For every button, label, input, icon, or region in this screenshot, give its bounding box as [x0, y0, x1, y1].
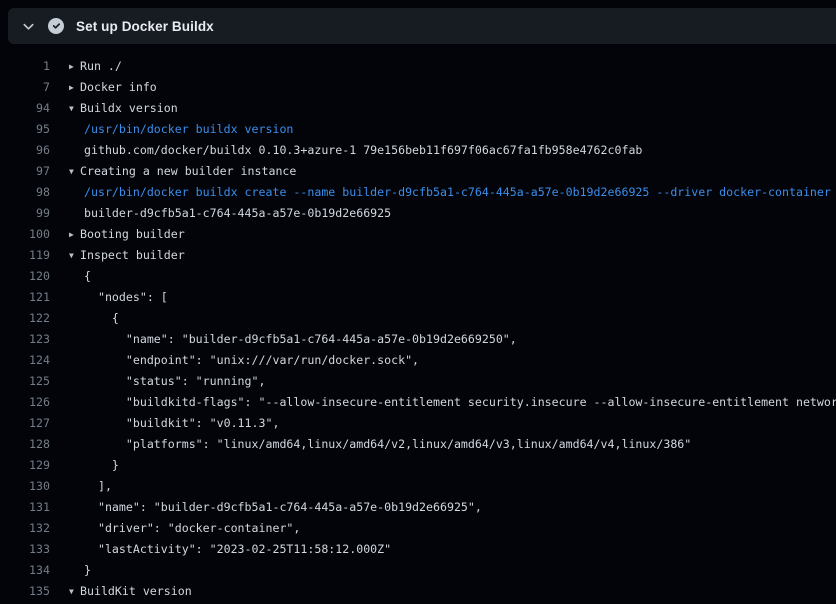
line-number[interactable]: 129 — [0, 455, 50, 476]
log-group-line[interactable]: 97 ▼Creating a new builder instance — [0, 161, 836, 182]
line-number[interactable]: 133 — [0, 539, 50, 560]
log-line: 125 "status": "running", — [0, 371, 836, 392]
line-number[interactable]: 96 — [0, 140, 50, 161]
group-title: Booting builder — [80, 227, 185, 241]
output-text: builder-d9cfb5a1-c764-445a-a57e-0b19d2e6… — [50, 203, 391, 224]
output-text: } — [50, 560, 91, 581]
log-line: 99builder-d9cfb5a1-c764-445a-a57e-0b19d2… — [0, 203, 836, 224]
log-group-line[interactable]: 7 ▶Docker info — [0, 77, 836, 98]
group-title: BuildKit version — [80, 584, 192, 598]
log-group-line[interactable]: 100 ▶Booting builder — [0, 224, 836, 245]
command-text: /usr/bin/docker buildx create --name bui… — [50, 182, 831, 203]
line-number[interactable]: 120 — [0, 266, 50, 287]
line-number[interactable]: 94 — [0, 98, 50, 119]
line-number[interactable]: 127 — [0, 413, 50, 434]
group-title: Run ./ — [80, 59, 122, 73]
log-line: 131 "name": "builder-d9cfb5a1-c764-445a-… — [0, 497, 836, 518]
line-number[interactable]: 134 — [0, 560, 50, 581]
triangle-down-icon[interactable]: ▼ — [69, 98, 80, 119]
line-number[interactable]: 128 — [0, 434, 50, 455]
output-text: "name": "builder-d9cfb5a1-c764-445a-a57e… — [50, 497, 482, 518]
step-header[interactable]: Set up Docker Buildx — [8, 8, 836, 44]
line-number[interactable]: 100 — [0, 224, 50, 245]
group-title: Docker info — [80, 80, 157, 94]
chevron-down-icon[interactable] — [16, 8, 40, 44]
line-number[interactable]: 99 — [0, 203, 50, 224]
output-text: { — [50, 266, 91, 287]
log-group-line[interactable]: 1 ▶Run ./ — [0, 56, 836, 77]
log-line: 121 "nodes": [ — [0, 287, 836, 308]
output-text: "name": "builder-d9cfb5a1-c764-445a-a57e… — [50, 329, 517, 350]
log-line: 124 "endpoint": "unix:///var/run/docker.… — [0, 350, 836, 371]
triangle-down-icon[interactable]: ▼ — [69, 245, 80, 266]
output-text: "status": "running", — [50, 371, 265, 392]
output-text: } — [50, 455, 119, 476]
log-line: 129 } — [0, 455, 836, 476]
output-text: github.com/docker/buildx 0.10.3+azure-1 … — [50, 140, 642, 161]
log-line: 132 "driver": "docker-container", — [0, 518, 836, 539]
output-text: { — [50, 308, 119, 329]
line-number[interactable]: 135 — [0, 581, 50, 602]
output-text: "endpoint": "unix:///var/run/docker.sock… — [50, 350, 419, 371]
output-text: "buildkitd-flags": "--allow-insecure-ent… — [50, 392, 836, 413]
line-number[interactable]: 126 — [0, 392, 50, 413]
line-number[interactable]: 98 — [0, 182, 50, 203]
output-text: "buildkit": "v0.11.3", — [50, 413, 279, 434]
check-circle-icon — [48, 18, 64, 34]
line-number[interactable]: 97 — [0, 161, 50, 182]
line-number[interactable]: 122 — [0, 308, 50, 329]
command-text: /usr/bin/docker buildx version — [50, 119, 293, 140]
line-number[interactable]: 131 — [0, 497, 50, 518]
triangle-down-icon[interactable]: ▼ — [69, 161, 80, 182]
line-number[interactable]: 132 — [0, 518, 50, 539]
log-group-line[interactable]: 119 ▼Inspect builder — [0, 245, 836, 266]
log-line: 134} — [0, 560, 836, 581]
log-line: 126 "buildkitd-flags": "--allow-insecure… — [0, 392, 836, 413]
line-number[interactable]: 95 — [0, 119, 50, 140]
step-title: Set up Docker Buildx — [76, 19, 214, 34]
output-text: "platforms": "linux/amd64,linux/amd64/v2… — [50, 434, 691, 455]
group-title: Creating a new builder instance — [80, 164, 296, 178]
log-line: 122 { — [0, 308, 836, 329]
output-text: "nodes": [ — [50, 287, 168, 308]
output-text: "lastActivity": "2023-02-25T11:58:12.000… — [50, 539, 391, 560]
line-number[interactable]: 124 — [0, 350, 50, 371]
log-group-line[interactable]: 94 ▼Buildx version — [0, 98, 836, 119]
triangle-right-icon[interactable]: ▶ — [69, 77, 80, 98]
triangle-down-icon[interactable]: ▼ — [69, 581, 80, 602]
log-line: 123 "name": "builder-d9cfb5a1-c764-445a-… — [0, 329, 836, 350]
log-line: 96github.com/docker/buildx 0.10.3+azure-… — [0, 140, 836, 161]
log-line: 95/usr/bin/docker buildx version — [0, 119, 836, 140]
log-line: 130 ], — [0, 476, 836, 497]
triangle-right-icon[interactable]: ▶ — [69, 56, 80, 77]
line-number[interactable]: 119 — [0, 245, 50, 266]
line-number[interactable]: 121 — [0, 287, 50, 308]
group-title: Buildx version — [80, 101, 178, 115]
log-line: 120{ — [0, 266, 836, 287]
log-group-line[interactable]: 135 ▼BuildKit version — [0, 581, 836, 602]
log-line: 98/usr/bin/docker buildx create --name b… — [0, 182, 836, 203]
group-title: Inspect builder — [80, 248, 185, 262]
output-text: ], — [50, 476, 112, 497]
log-line: 128 "platforms": "linux/amd64,linux/amd6… — [0, 434, 836, 455]
log-line: 127 "buildkit": "v0.11.3", — [0, 413, 836, 434]
line-number[interactable]: 130 — [0, 476, 50, 497]
output-text: "driver": "docker-container", — [50, 518, 300, 539]
line-number[interactable]: 125 — [0, 371, 50, 392]
line-number[interactable]: 1 — [0, 56, 50, 77]
line-number[interactable]: 123 — [0, 329, 50, 350]
log-line: 133 "lastActivity": "2023-02-25T11:58:12… — [0, 539, 836, 560]
triangle-right-icon[interactable]: ▶ — [69, 224, 80, 245]
log-lines: 1▶Run ./7▶Docker info94▼Buildx version95… — [0, 44, 836, 604]
line-number[interactable]: 7 — [0, 77, 50, 98]
